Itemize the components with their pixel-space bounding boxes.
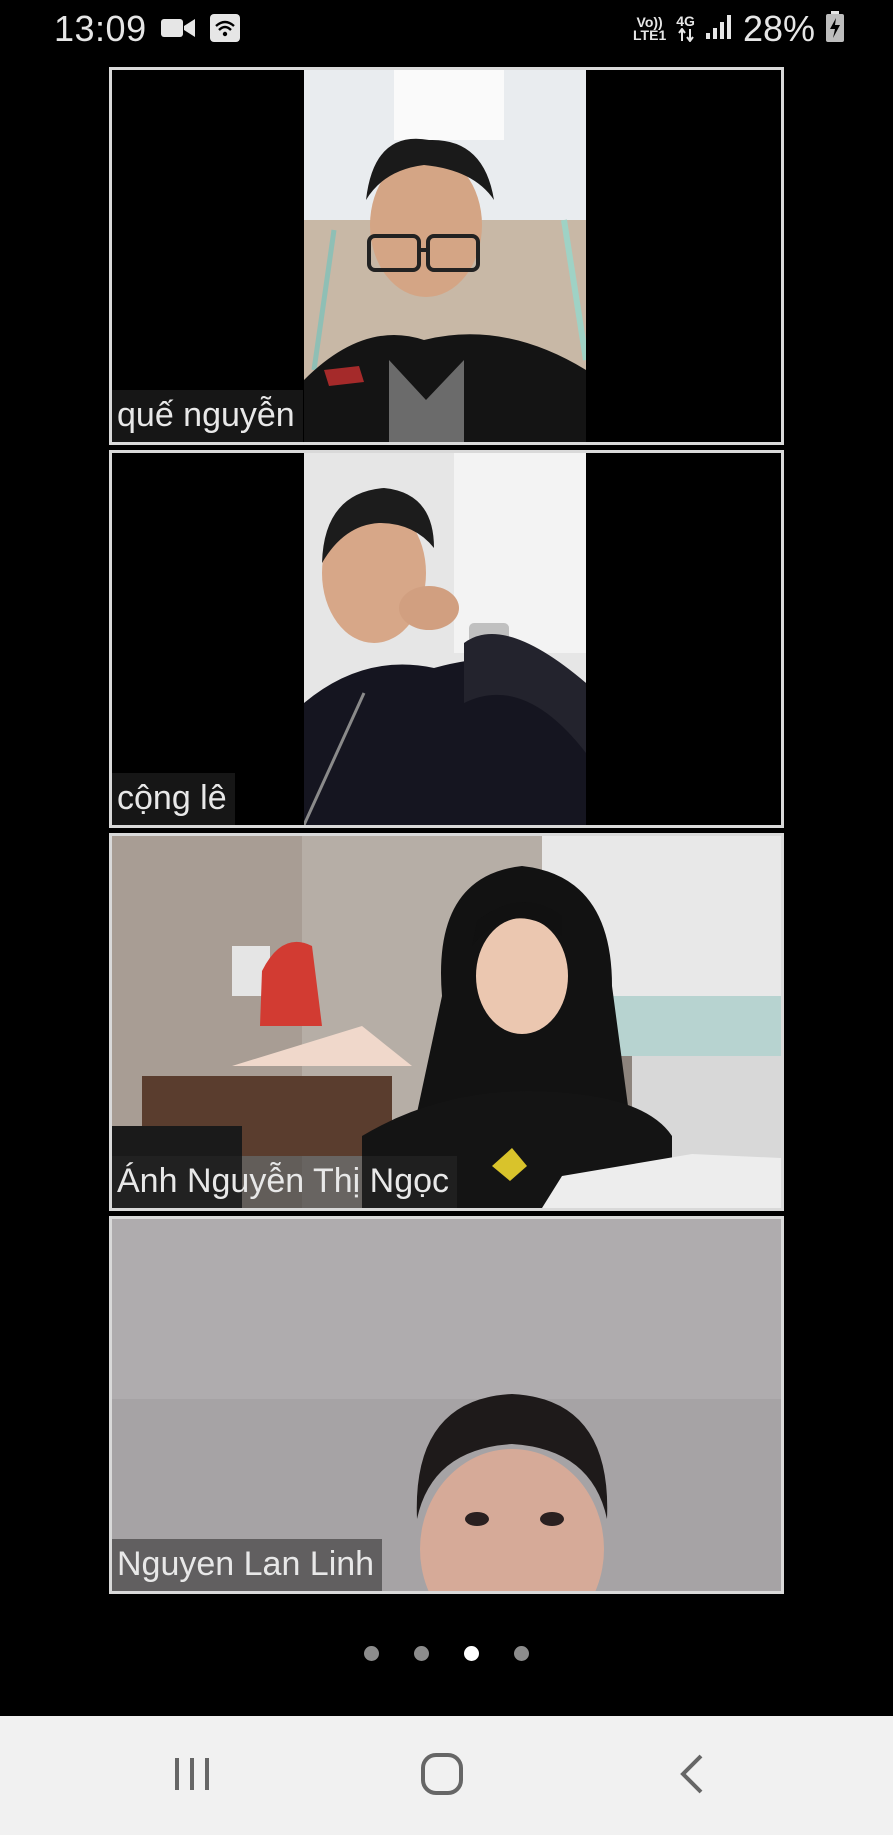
participant-tile[interactable]: cộng lê [109, 450, 784, 828]
page-dot-active[interactable] [464, 1646, 479, 1661]
recent-apps-button[interactable] [162, 1746, 222, 1806]
back-icon [677, 1752, 707, 1801]
participant-tile[interactable]: Nguyen Lan Linh [109, 1216, 784, 1594]
data-arrows-icon [676, 26, 695, 44]
network-type-label: 4G [676, 12, 695, 29]
participant-tile[interactable]: quế nguyễn [109, 67, 784, 445]
battery-percent: 28% [742, 8, 815, 49]
navigation-bar [0, 1716, 893, 1835]
network-lte-label: LTE1 [633, 27, 667, 43]
participant-tile[interactable]: Ánh Nguyễn Thị Ngọc [109, 833, 784, 1211]
video-call-icon [160, 15, 196, 46]
page-dot[interactable] [364, 1646, 379, 1661]
page-dot[interactable] [414, 1646, 429, 1661]
participant-name: quế nguyễn [112, 390, 303, 442]
page-dot[interactable] [514, 1646, 529, 1661]
battery-charging-icon [825, 10, 845, 48]
participant-name: cộng lê [112, 773, 235, 825]
back-button[interactable] [662, 1746, 722, 1806]
recent-apps-icon [172, 1754, 212, 1799]
status-bar: 13:09 Vo)) LTE1 4G 28% [0, 0, 893, 60]
home-button[interactable] [412, 1746, 472, 1806]
home-icon [420, 1752, 464, 1801]
page-indicator[interactable] [0, 1646, 893, 1661]
signal-icon [705, 13, 733, 46]
participant-video [112, 836, 781, 1208]
participant-name: Nguyen Lan Linh [112, 1539, 383, 1591]
participant-name: Ánh Nguyễn Thị Ngọc [112, 1156, 458, 1208]
status-time: 13:09 [54, 8, 147, 49]
participant-video [304, 453, 586, 825]
participant-video [304, 70, 586, 442]
wifi-icon [210, 14, 240, 47]
participant-video [112, 1219, 781, 1591]
